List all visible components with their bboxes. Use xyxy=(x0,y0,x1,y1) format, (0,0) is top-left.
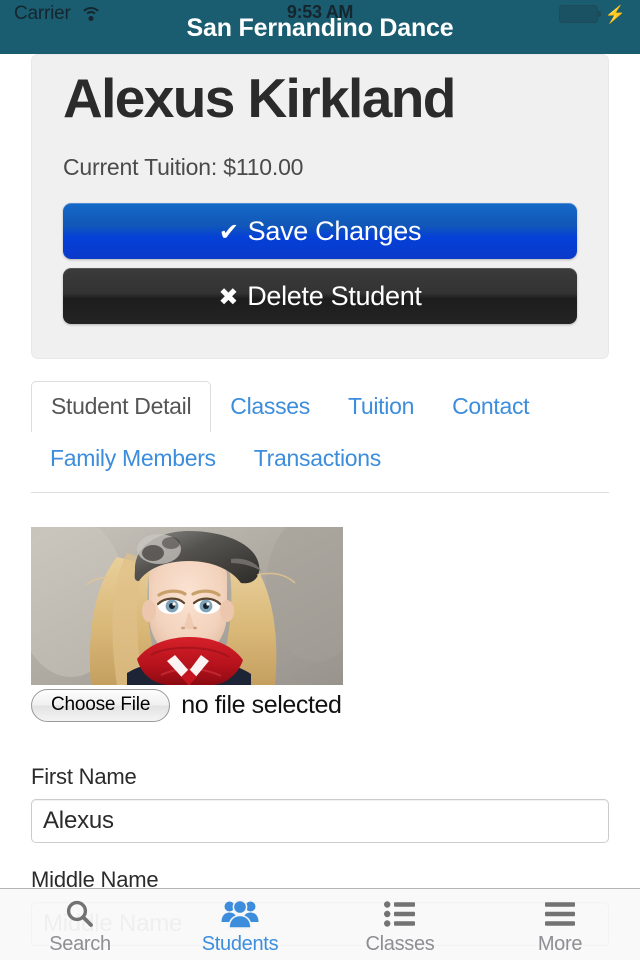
student-summary-panel: Alexus Kirkland Current Tuition: $110.00… xyxy=(31,54,609,360)
save-changes-button[interactable]: ✔ Save Changes xyxy=(63,203,577,260)
people-icon xyxy=(221,897,259,931)
detail-tabs-row-1: Student Detail Classes Tuition Contact xyxy=(31,381,609,433)
bottom-tab-more[interactable]: More xyxy=(480,889,640,960)
page-title: San Fernandino Dance xyxy=(186,14,454,42)
file-upload-row: Choose File no file selected xyxy=(31,689,609,723)
bottom-tab-classes[interactable]: Classes xyxy=(320,889,480,960)
tab-family-members[interactable]: Family Members xyxy=(31,434,235,483)
list-icon xyxy=(384,897,416,931)
bottom-tab-classes-label: Classes xyxy=(365,933,435,955)
delete-student-button[interactable]: ✖ Delete Student xyxy=(63,268,577,325)
bottom-tab-students[interactable]: Students xyxy=(160,889,320,960)
bottom-tab-more-label: More xyxy=(537,933,583,955)
photo-block: Choose File no file selected xyxy=(31,527,609,723)
search-icon xyxy=(64,897,96,931)
current-tuition-text: Current Tuition: $110.00 xyxy=(63,154,304,181)
cross-icon: ✖ xyxy=(218,284,239,312)
student-photo xyxy=(31,527,343,686)
tab-transactions[interactable]: Transactions xyxy=(235,434,400,483)
student-name-heading: Alexus Kirkland xyxy=(63,67,456,129)
scroll-content: Alexus Kirkland Current Tuition: $110.00… xyxy=(0,54,640,960)
app-header: Carrier 9:53 AM ⚡ San Fernandino Dance xyxy=(0,0,640,54)
tab-tuition[interactable]: Tuition xyxy=(329,382,433,431)
detail-tabs: Student Detail Classes Tuition Contact F… xyxy=(31,381,609,494)
tab-classes[interactable]: Classes xyxy=(211,382,329,431)
save-changes-label: Save Changes xyxy=(247,216,422,247)
no-file-selected-label: no file selected xyxy=(181,691,342,720)
first-name-group: First Name xyxy=(31,764,609,844)
tab-contact[interactable]: Contact xyxy=(433,382,548,431)
bottom-tab-students-label: Students xyxy=(201,933,279,955)
tab-student-detail[interactable]: Student Detail xyxy=(31,381,212,433)
detail-tabs-row-2: Family Members Transactions xyxy=(31,434,609,483)
first-name-input[interactable] xyxy=(31,799,609,844)
choose-file-button[interactable]: Choose File xyxy=(31,689,171,723)
bottom-tab-search[interactable]: Search xyxy=(0,889,160,960)
hamburger-icon xyxy=(544,897,576,931)
bottom-tab-bar: Search Students Classes More xyxy=(0,888,640,960)
check-icon: ✔ xyxy=(218,219,239,247)
bottom-tab-search-label: Search xyxy=(49,933,111,955)
delete-student-label: Delete Student xyxy=(247,281,422,312)
first-name-label: First Name xyxy=(31,764,137,790)
